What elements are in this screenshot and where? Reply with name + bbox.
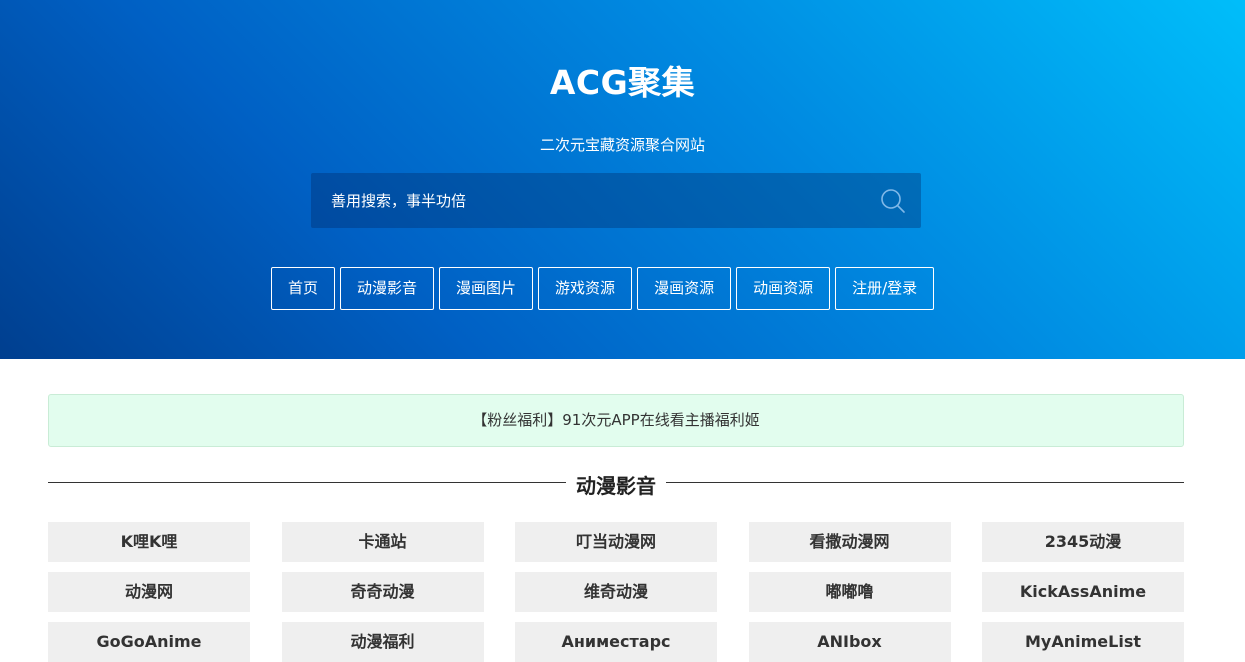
site-link[interactable]: 嘟嘟噜 — [748, 572, 951, 612]
section-divider-right — [666, 482, 1184, 483]
nav-animation-resources[interactable]: 动画资源 — [736, 267, 831, 310]
nav-anime-media[interactable]: 动漫影音 — [340, 267, 435, 310]
main-nav: 首页 动漫影音 漫画图片 游戏资源 漫画资源 动画资源 注册/登录 — [271, 267, 935, 310]
site-title: ACG聚集 — [549, 63, 696, 102]
site-link[interactable]: 叮当动漫网 — [515, 522, 717, 562]
search-icon — [881, 189, 905, 213]
section-header: 动漫影音 — [48, 468, 1184, 498]
site-link[interactable]: 维奇动漫 — [515, 572, 717, 612]
site-link[interactable]: 动漫网 — [48, 572, 250, 612]
site-link[interactable]: KickAssAnime — [982, 572, 1184, 612]
nav-game-resources[interactable]: 游戏资源 — [538, 267, 633, 310]
search-button[interactable] — [879, 187, 907, 215]
section-title: 动漫影音 — [576, 474, 656, 498]
site-link[interactable]: 卡通站 — [281, 522, 484, 562]
site-link[interactable]: 动漫福利 — [281, 622, 484, 662]
hero-banner: ACG聚集 二次元宝藏资源聚合网站 首页 动漫影音 漫画图片 游戏资源 漫画资源… — [0, 0, 1245, 359]
link-grid: K哩K哩 卡通站 叮当动漫网 看撒动漫网 2345动漫 动漫网 奇奇动漫 维奇动… — [48, 522, 1184, 662]
site-link[interactable]: 2345动漫 — [982, 522, 1184, 562]
site-link[interactable]: K哩K哩 — [48, 522, 250, 562]
nav-home[interactable]: 首页 — [271, 267, 336, 310]
site-link[interactable]: GoGoAnime — [48, 622, 250, 662]
nav-comic-images[interactable]: 漫画图片 — [439, 267, 534, 310]
search-input[interactable] — [311, 173, 851, 228]
site-link[interactable]: 看撒动漫网 — [748, 522, 951, 562]
site-link[interactable]: MyAnimeList — [982, 622, 1184, 662]
search-box — [311, 173, 921, 228]
site-subtitle: 二次元宝藏资源聚合网站 — [539, 136, 705, 154]
promo-notice[interactable]: 【粉丝福利】91次元APP在线看主播福利姬 — [48, 394, 1184, 447]
nav-comic-resources[interactable]: 漫画资源 — [637, 267, 732, 310]
site-link[interactable]: ANIbox — [748, 622, 951, 662]
site-link[interactable]: Аниместарс — [515, 622, 717, 662]
site-link[interactable]: 奇奇动漫 — [281, 572, 484, 612]
nav-register-login[interactable]: 注册/登录 — [835, 267, 935, 310]
